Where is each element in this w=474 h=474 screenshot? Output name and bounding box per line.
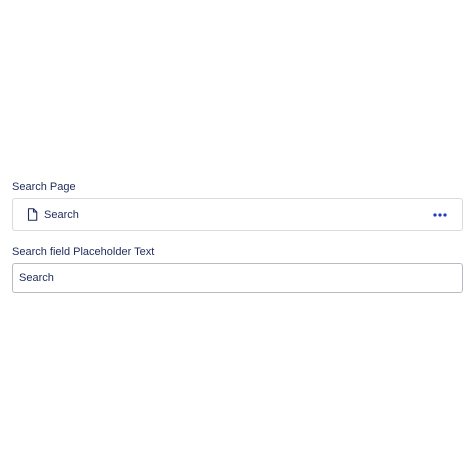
more-options-button[interactable] (431, 208, 449, 222)
search-page-selector[interactable]: Search (12, 198, 463, 231)
search-settings-panel: Search Page Search Search field Placehol… (12, 178, 463, 293)
search-page-label: Search Page (12, 181, 76, 193)
more-horizontal-icon (433, 212, 447, 217)
file-icon (26, 208, 38, 222)
placeholder-text-input[interactable] (12, 263, 463, 293)
search-page-name: Search (44, 208, 79, 221)
placeholder-text-label: Search field Placeholder Text (12, 246, 155, 258)
